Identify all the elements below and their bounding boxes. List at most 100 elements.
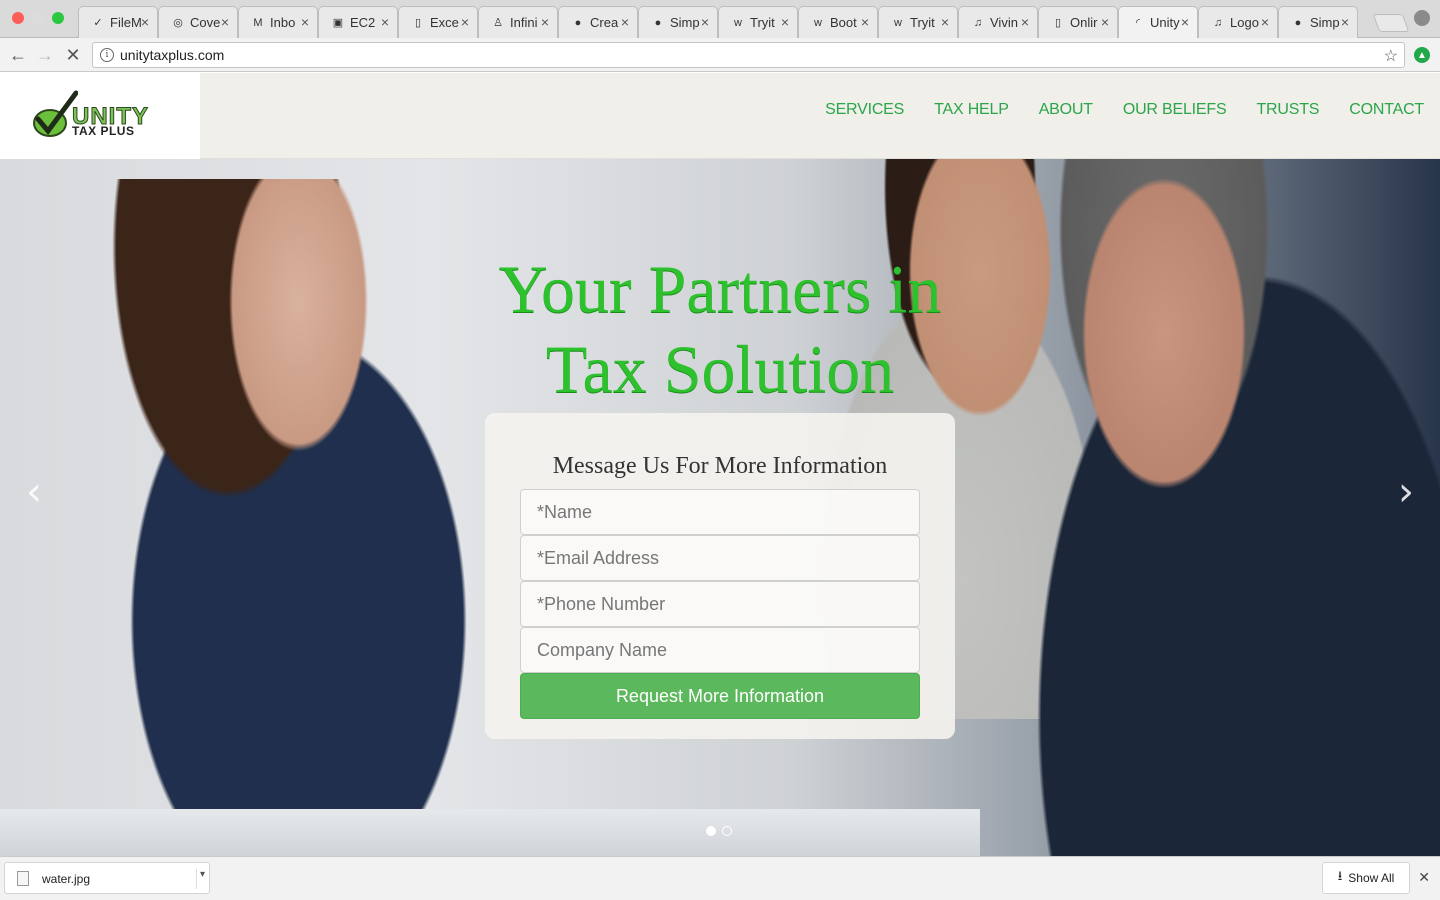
close-tab-icon[interactable]: × [381,14,389,30]
profile-icon[interactable] [1414,10,1430,26]
chevron-down-icon[interactable]: ▾ [195,869,205,889]
browser-tab[interactable]: ● Crea × [558,6,638,38]
close-tab-icon[interactable]: × [1101,14,1109,30]
browser-tab[interactable]: w Tryit × [718,6,798,38]
close-tab-icon[interactable]: × [221,14,229,30]
tab-title: Onlir [1070,15,1098,30]
browser-tab[interactable]: ▯ Exce × [398,6,478,38]
tab-title: Tryit [750,15,775,30]
browser-tab[interactable]: ▯ Onlir × [1038,6,1118,38]
nav-services[interactable]: SERVICES [825,101,904,119]
drop-icon: ● [1294,16,1302,29]
download-bar: water.jpg ▾ ⭳ Show All ✕ [0,856,1440,900]
company-field[interactable] [520,627,920,673]
close-tab-icon[interactable]: × [301,14,309,30]
close-tab-icon[interactable]: × [541,14,549,30]
nav-about[interactable]: ABOUT [1039,101,1093,119]
close-tab-icon[interactable]: × [141,14,149,30]
browser-tab[interactable]: ♫ Vivin × [958,6,1038,38]
site-header: UNITY TAX PLUS SERVICES TAX HELP ABOUT O… [0,73,1440,159]
forward-button[interactable]: → [35,45,55,65]
close-window-button[interactable] [12,12,24,24]
tab-title: Simp [670,15,700,30]
stop-loading-button[interactable]: ✕ [63,45,83,65]
tab-title: Cove [190,15,221,30]
minimize-window-button[interactable] [32,12,44,24]
name-field[interactable] [520,489,920,535]
tab-title: Crea [590,15,619,30]
carousel-next-icon[interactable]: › [1398,469,1414,515]
tab-title: Infini [510,15,538,30]
email-field[interactable] [520,535,920,581]
close-tab-icon[interactable]: × [1021,14,1029,30]
address-bar[interactable]: i unitytaxplus.com ☆ [92,42,1405,68]
headline-line-2: Tax Solution [545,331,895,407]
browser-tab[interactable]: ● Simp × [638,6,718,38]
browser-tab[interactable]: ◜ Unity × [1118,6,1198,38]
show-all-label: Show All [1348,871,1395,885]
nav-trusts[interactable]: TRUSTS [1256,101,1319,119]
carousel-dot-2[interactable] [722,826,732,836]
w3-icon: w [814,16,822,29]
page-icon: ▯ [414,17,422,29]
bookmark-star-icon[interactable]: ☆ [1384,46,1398,66]
close-tab-icon[interactable]: × [701,14,709,30]
page-icon: ▯ [1054,17,1062,29]
new-tab-button[interactable] [1372,14,1410,32]
extension-icon[interactable]: ▲ [1414,47,1430,63]
hero-photo-man-suit [980,159,1440,856]
tab-title: Exce [430,15,459,30]
carousel-prev-icon[interactable]: ‹ [26,469,42,515]
browser-tab[interactable]: ● Simp × [1278,6,1358,38]
site-info-icon[interactable]: i [100,48,114,62]
close-tab-icon[interactable]: × [941,14,949,30]
tab-title: Vivin [990,15,1018,30]
tab-title: Boot [830,15,857,30]
site-logo[interactable]: UNITY TAX PLUS [0,73,200,159]
url-text[interactable]: unitytaxplus.com [120,47,224,63]
gmail-icon: M [253,16,263,29]
nav-tax-help[interactable]: TAX HELP [934,101,1009,119]
close-tab-icon[interactable]: × [621,14,629,30]
show-all-downloads-button[interactable]: ⭳ Show All [1322,862,1410,894]
headphones-icon: ♫ [1213,16,1223,29]
hero-carousel: ‹ › Your Partners in Tax Solution Messag… [0,159,1440,856]
contact-form: Message Us For More Information Request … [485,413,955,739]
close-download-bar-icon[interactable]: ✕ [1418,869,1430,886]
nav-contact[interactable]: CONTACT [1349,101,1424,119]
back-button[interactable]: ← [8,45,28,65]
logo-subtext: TAX PLUS [72,124,135,138]
request-info-button[interactable]: Request More Information [520,673,920,719]
carousel-indicators [706,826,738,836]
maximize-window-button[interactable] [52,12,64,24]
browser-tab[interactable]: ▣ EC2 × [318,6,398,38]
website: UNITY TAX PLUS SERVICES TAX HELP ABOUT O… [0,73,1440,856]
browser-tab[interactable]: w Tryit × [878,6,958,38]
linux-icon: ♙ [493,17,503,29]
close-tab-icon[interactable]: × [1261,14,1269,30]
tab-title: Unity [1150,15,1180,30]
close-tab-icon[interactable]: × [1341,14,1349,30]
cover-icon: ◎ [173,17,183,29]
close-tab-icon[interactable]: × [1181,14,1189,30]
headphones-icon: ♫ [973,16,983,29]
nav-our-beliefs[interactable]: OUR BELIEFS [1123,101,1227,119]
browser-tab[interactable]: ♫ Logo × [1198,6,1278,38]
phone-field[interactable] [520,581,920,627]
browser-tab[interactable]: M Inbo × [238,6,318,38]
close-tab-icon[interactable]: × [461,14,469,30]
browser-tab[interactable]: ✓ FileM × [78,6,158,38]
carousel-dot-1[interactable] [706,826,716,836]
download-item[interactable]: water.jpg ▾ [4,862,210,894]
browser-tab[interactable]: ♙ Infini × [478,6,558,38]
tab-list: ✓ FileM × ◎ Cove × M Inbo × ▣ EC2 × ▯ Exce × ♙ Infini × ● C… [78,6,1358,38]
browser-tab[interactable]: w Boot × [798,6,878,38]
close-tab-icon[interactable]: × [861,14,869,30]
close-tab-icon[interactable]: × [781,14,789,30]
w3-icon: w [734,16,742,29]
aws-icon: ▣ [332,17,344,29]
drop-icon: ● [574,16,582,29]
hero-headline: Your Partners in Tax Solution [420,249,1020,409]
browser-tab[interactable]: ◎ Cove × [158,6,238,38]
main-nav: SERVICES TAX HELP ABOUT OUR BELIEFS TRUS… [795,101,1424,119]
